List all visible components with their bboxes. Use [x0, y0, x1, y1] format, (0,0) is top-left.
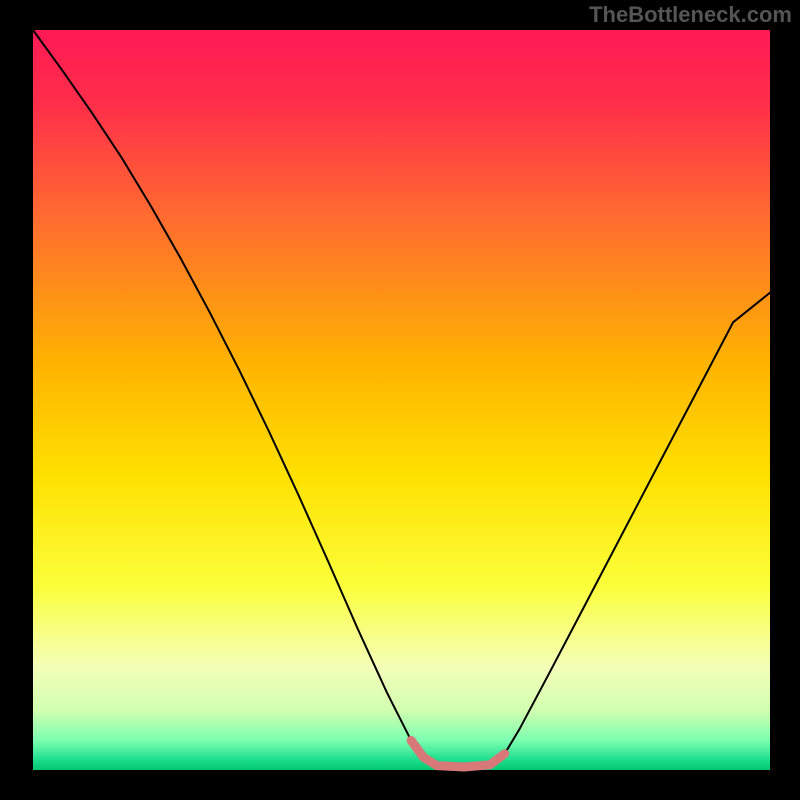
plot-background — [33, 30, 770, 770]
watermark-text: TheBottleneck.com — [589, 2, 792, 28]
bottleneck-chart — [0, 0, 800, 800]
chart-container: TheBottleneck.com — [0, 0, 800, 800]
